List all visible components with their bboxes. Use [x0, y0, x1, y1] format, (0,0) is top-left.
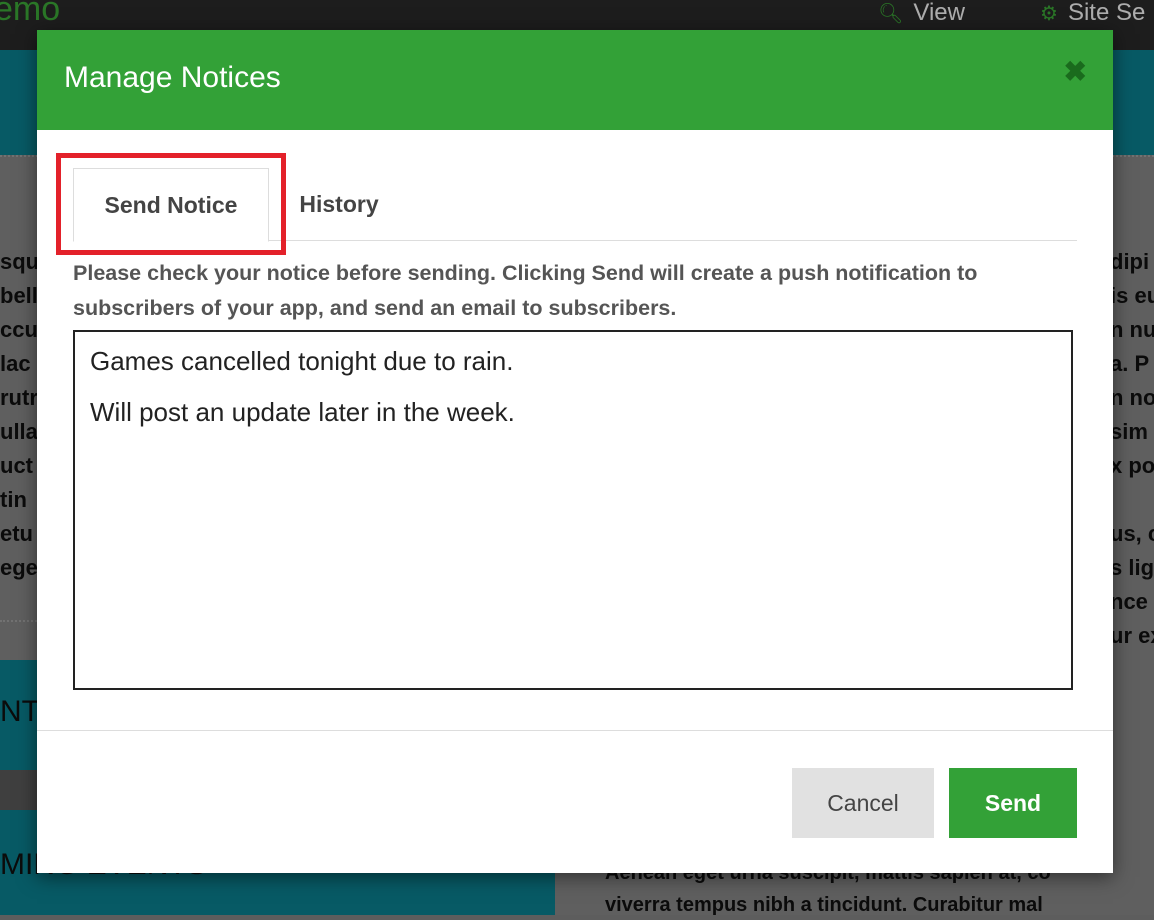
- message-line: Games cancelled tonight due to rain.: [90, 346, 514, 376]
- highlight-box: [56, 153, 286, 255]
- notice-message-textarea[interactable]: Games cancelled tonight due to rain. Wil…: [73, 330, 1073, 690]
- notice-instructions: Please check your notice before sending.…: [73, 261, 978, 320]
- tab-history[interactable]: History: [289, 168, 389, 240]
- dialog-title: Manage Notices: [64, 61, 281, 94]
- close-icon[interactable]: ✖: [1064, 58, 1087, 86]
- cancel-button[interactable]: Cancel: [792, 768, 934, 838]
- manage-notices-dialog: Manage Notices ✖ Send Notice History Ple…: [37, 30, 1113, 873]
- dialog-header: Manage Notices ✖: [37, 30, 1113, 130]
- footer-divider: [37, 730, 1113, 731]
- message-line: Will post an update later in the week.: [90, 397, 515, 427]
- send-button[interactable]: Send: [949, 768, 1077, 838]
